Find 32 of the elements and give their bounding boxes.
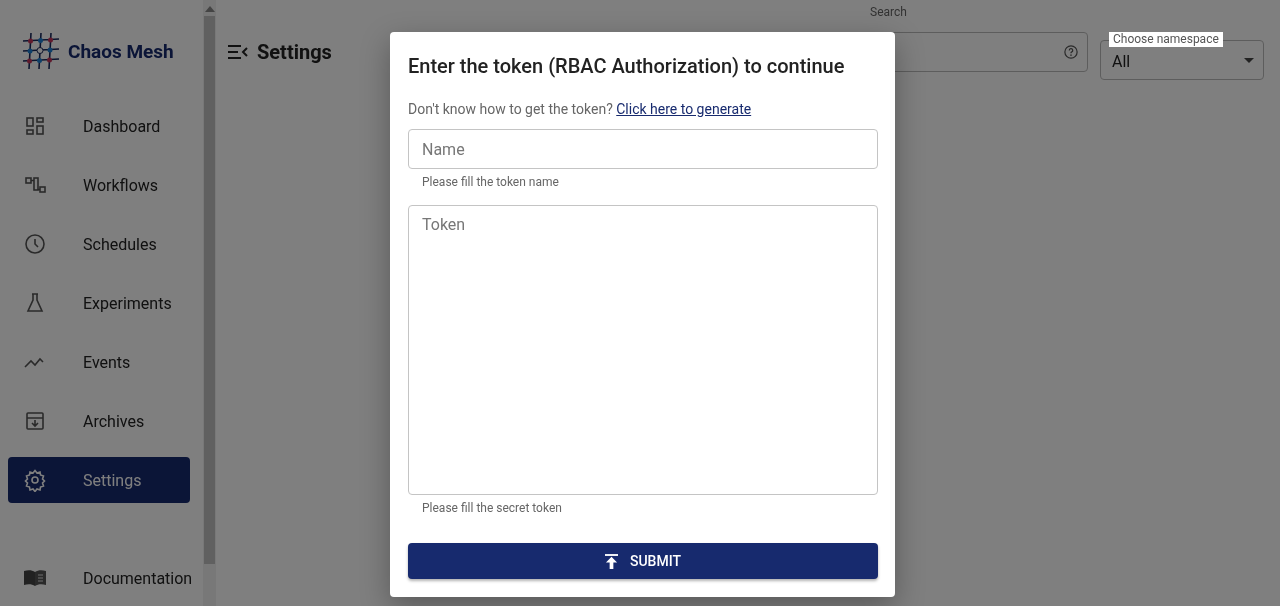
field-label: Search bbox=[870, 5, 907, 19]
scrollbar-thumb[interactable] bbox=[204, 16, 215, 564]
scrollbar[interactable] bbox=[203, 0, 216, 606]
name-field[interactable]: Name bbox=[408, 129, 878, 169]
clock-icon bbox=[23, 232, 47, 256]
archive-icon bbox=[23, 409, 47, 433]
nav-item[interactable]: Documentation bbox=[8, 555, 203, 601]
help-text: Don't know how to get the token? Click here to generate bbox=[408, 101, 753, 117]
helper-text: Please fill the token name bbox=[422, 175, 560, 189]
token-field[interactable]: Token bbox=[408, 205, 878, 495]
submit-button[interactable]: SUBMIT bbox=[408, 543, 878, 579]
upload-icon bbox=[605, 553, 618, 569]
helper-text: Please fill the secret token bbox=[422, 501, 563, 515]
generate-link[interactable]: Click here to generate bbox=[616, 101, 752, 117]
brand-name: Chaos Mesh bbox=[68, 39, 174, 63]
nav-item[interactable]: Dashboard bbox=[8, 103, 190, 149]
logo-icon bbox=[21, 31, 61, 71]
grid-icon bbox=[23, 114, 47, 138]
nav-item[interactable]: Experiments bbox=[8, 280, 190, 326]
nav-item[interactable]: Schedules bbox=[8, 221, 190, 267]
nav-item[interactable]: Settings bbox=[8, 457, 190, 503]
nav-item[interactable]: Events bbox=[8, 339, 190, 385]
page-title: Settings bbox=[257, 40, 332, 64]
help-icon[interactable] bbox=[1064, 45, 1078, 59]
dropdown-caret-icon bbox=[1244, 57, 1254, 63]
namespace-select[interactable]: Choose namespace All bbox=[1100, 32, 1264, 80]
nav-item[interactable]: Archives bbox=[8, 398, 190, 444]
menu-icon[interactable] bbox=[228, 45, 248, 59]
scroll-up-icon bbox=[204, 6, 215, 12]
nav-item[interactable]: Workflows bbox=[8, 162, 190, 208]
dialog-title: Enter the token (RBAC Authorization) to continue bbox=[408, 54, 846, 78]
settings-icon bbox=[23, 468, 47, 492]
